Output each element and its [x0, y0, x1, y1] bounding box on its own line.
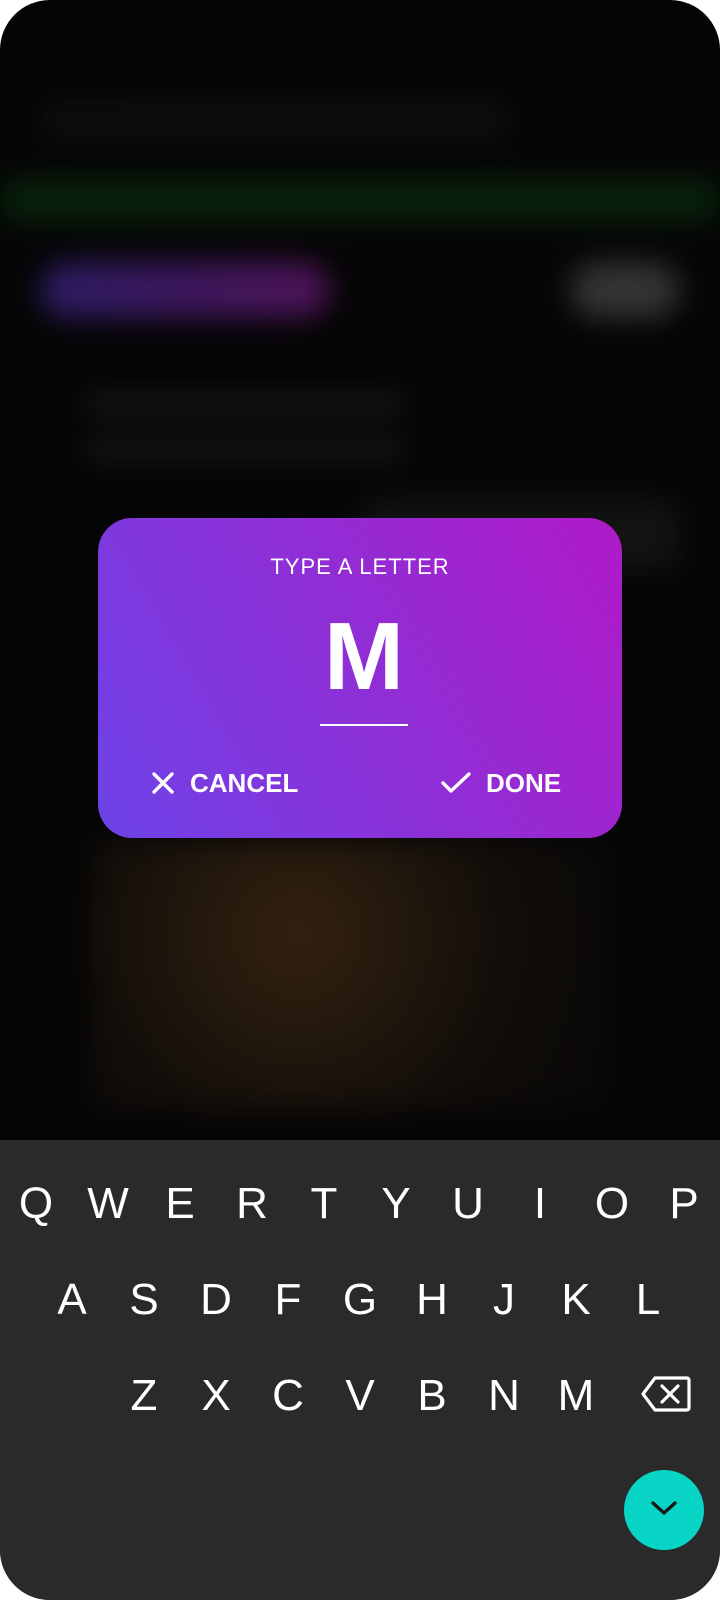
- key-c[interactable]: C: [258, 1356, 318, 1436]
- bg-pill-button-secondary: [570, 262, 680, 318]
- key-k[interactable]: K: [546, 1260, 606, 1340]
- bg-banner: [0, 178, 720, 222]
- backspace-icon: [641, 1375, 691, 1418]
- done-button[interactable]: DONE: [440, 753, 561, 813]
- key-w[interactable]: W: [78, 1164, 138, 1244]
- cancel-label: CANCEL: [190, 767, 299, 798]
- key-o[interactable]: O: [582, 1164, 642, 1244]
- key-p[interactable]: P: [654, 1164, 714, 1244]
- key-g[interactable]: G: [330, 1260, 390, 1340]
- key-b[interactable]: B: [402, 1356, 462, 1436]
- key-y[interactable]: Y: [366, 1164, 426, 1244]
- bg-photo: [90, 840, 610, 1110]
- key-u[interactable]: U: [438, 1164, 498, 1244]
- check-icon: [440, 770, 472, 796]
- key-x[interactable]: X: [186, 1356, 246, 1436]
- bg-toolbar: [40, 100, 510, 140]
- key-r[interactable]: R: [222, 1164, 282, 1244]
- bg-text-line: [85, 395, 405, 413]
- key-n[interactable]: N: [474, 1356, 534, 1436]
- done-label: DONE: [486, 767, 562, 798]
- key-z[interactable]: Z: [114, 1356, 174, 1436]
- key-v[interactable]: V: [330, 1356, 390, 1436]
- bg-text-line: [85, 440, 405, 458]
- key-s[interactable]: S: [114, 1260, 174, 1340]
- letter-value: M: [324, 603, 404, 710]
- key-d[interactable]: D: [186, 1260, 246, 1340]
- dialog-title: TYPE A LETTER: [270, 554, 450, 579]
- key-a[interactable]: A: [42, 1260, 102, 1340]
- bg-pill-button: [40, 262, 330, 318]
- cancel-button[interactable]: CANCEL: [150, 753, 298, 813]
- key-e[interactable]: E: [150, 1164, 210, 1244]
- key-q[interactable]: Q: [6, 1164, 66, 1244]
- device-screen: TYPE A LETTER M CANCEL DONE Q W E R T Y …: [0, 0, 720, 1600]
- key-f[interactable]: F: [258, 1260, 318, 1340]
- letter-input-field[interactable]: M: [320, 598, 408, 726]
- hide-keyboard-button[interactable]: [624, 1470, 704, 1550]
- key-h[interactable]: H: [402, 1260, 462, 1340]
- key-j[interactable]: J: [474, 1260, 534, 1340]
- key-t[interactable]: T: [294, 1164, 354, 1244]
- close-icon: [150, 770, 176, 796]
- key-l[interactable]: L: [618, 1260, 678, 1340]
- key-i[interactable]: I: [510, 1164, 570, 1244]
- letter-input-dialog: TYPE A LETTER M CANCEL DONE: [98, 518, 622, 838]
- chevron-down-icon: [649, 1498, 679, 1523]
- key-m[interactable]: M: [546, 1356, 606, 1436]
- soft-keyboard: Q W E R T Y U I O P A S D F G H J K L Z …: [0, 1140, 720, 1600]
- backspace-key[interactable]: [634, 1356, 698, 1436]
